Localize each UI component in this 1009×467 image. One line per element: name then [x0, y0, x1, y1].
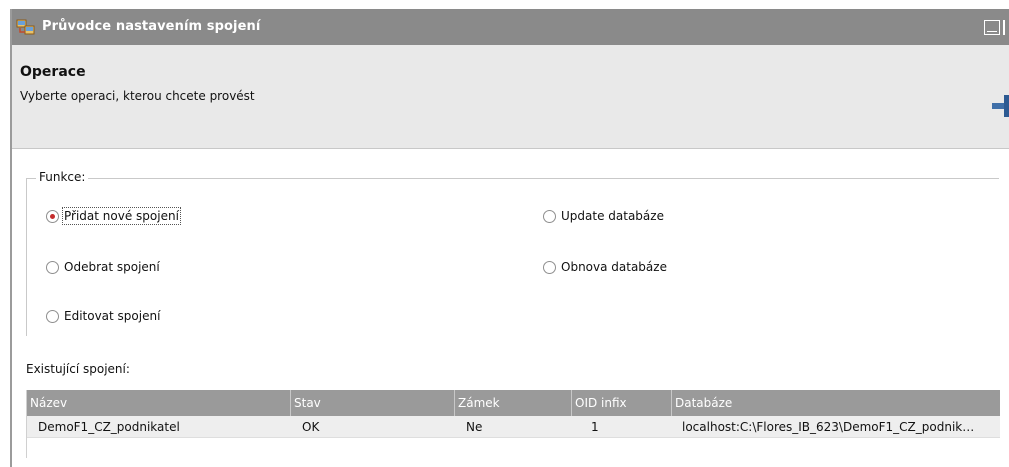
radio-label: Přidat nové spojení	[62, 207, 181, 225]
radio-unchecked-icon[interactable]	[543, 260, 556, 274]
wizard-app-icon	[16, 18, 36, 36]
step-title: Operace	[20, 64, 86, 80]
radio-restore-database[interactable]: Obnova databáze	[543, 258, 667, 276]
cell-oid-infix: 1	[591, 420, 599, 434]
column-header-name[interactable]: Název	[27, 390, 290, 416]
functions-groupbox	[26, 178, 999, 336]
radio-label: Update databáze	[561, 209, 664, 223]
column-header-database[interactable]: Databáze	[671, 390, 1000, 416]
maximize-button[interactable]	[1003, 20, 1009, 35]
column-header-status[interactable]: Stav	[290, 390, 454, 416]
radio-unchecked-icon[interactable]	[46, 260, 59, 274]
radio-label: Odebrat spojení	[64, 260, 160, 274]
cell-name: DemoF1_CZ_podnikatel	[38, 420, 180, 434]
connections-grid[interactable]: Název Stav Zámek OID infix Databáze Demo…	[26, 390, 1000, 458]
radio-add-connection[interactable]: Přidat nové spojení	[46, 207, 181, 225]
cell-database: localhost:C:\Flores_IB_623\DemoF1_CZ_pod…	[682, 420, 975, 434]
arrow-right-icon	[992, 95, 1009, 117]
column-header-lock[interactable]: Zámek	[454, 390, 571, 416]
radio-label: Obnova databáze	[561, 260, 667, 274]
grid-header: Název Stav Zámek OID infix Databáze	[27, 390, 1000, 416]
step-subtitle: Vyberte operaci, kterou chcete provést	[20, 89, 255, 103]
radio-edit-connection[interactable]: Editovat spojení	[46, 307, 160, 325]
column-header-oid-infix[interactable]: OID infix	[571, 390, 671, 416]
radio-update-database[interactable]: Update databáze	[543, 207, 664, 225]
functions-legend: Funkce:	[36, 170, 89, 184]
radio-checked-icon[interactable]	[46, 209, 59, 223]
title-bar[interactable]: Průvodce nastavením spojení	[12, 9, 1009, 45]
table-row[interactable]: DemoF1_CZ_podnikatel OK Ne 1 localhost:C…	[27, 416, 1000, 438]
radio-unchecked-icon[interactable]	[46, 309, 59, 323]
cell-lock: Ne	[466, 420, 483, 434]
window-title: Průvodce nastavením spojení	[42, 19, 261, 34]
step-header: Operace Vyberte operaci, kterou chcete p…	[12, 45, 1009, 149]
radio-label: Editovat spojení	[64, 309, 161, 323]
cell-status: OK	[302, 420, 320, 434]
minimize-button[interactable]	[984, 20, 1000, 35]
existing-connections-label: Existující spojení:	[26, 362, 130, 376]
radio-remove-connection[interactable]: Odebrat spojení	[46, 258, 160, 276]
radio-unchecked-icon[interactable]	[543, 209, 556, 223]
